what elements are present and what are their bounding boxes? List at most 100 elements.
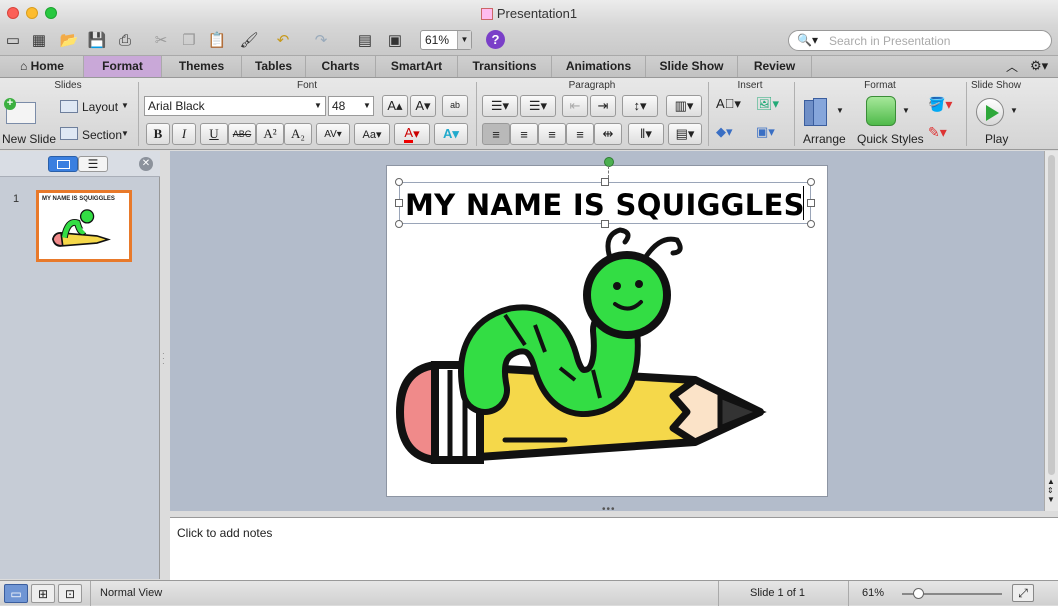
scroll-thumb[interactable]	[1048, 155, 1055, 475]
tab-animations[interactable]: Animations	[552, 56, 646, 77]
align-right-button[interactable]: ≡	[538, 123, 566, 145]
copy-icon[interactable]: ❐	[178, 29, 200, 51]
redo-icon[interactable]: ↷	[310, 29, 332, 51]
font-color-button[interactable]: A ▾	[394, 123, 430, 145]
shape-icon[interactable]: ◆▾	[716, 124, 746, 146]
slide-show-button[interactable]: ⊡	[58, 584, 82, 603]
superscript-button[interactable]: A²	[256, 123, 284, 145]
resize-handle[interactable]	[807, 199, 815, 207]
tab-home[interactable]: ⌂ Home	[8, 56, 84, 77]
underline-button[interactable]: U	[200, 123, 228, 145]
slide-title[interactable]: MY NAME IS SQUIGGLES	[405, 188, 805, 222]
rotate-handle-icon[interactable]	[604, 157, 614, 167]
layout-button[interactable]: Layout	[82, 100, 118, 114]
cut-icon[interactable]: ✂	[150, 29, 172, 51]
help-icon[interactable]: ?	[486, 30, 505, 49]
zoom-slider-thumb[interactable]	[913, 588, 924, 599]
tab-transitions[interactable]: Transitions	[458, 56, 552, 77]
notes-pane[interactable]: Click to add notes	[170, 517, 1058, 580]
shape-fill-icon[interactable]: 🪣▾	[928, 96, 952, 113]
shape-outline-icon[interactable]: ✎▾	[928, 124, 947, 141]
open-icon[interactable]: 📂	[58, 29, 80, 51]
template-gallery-icon[interactable]: ▦	[28, 29, 50, 51]
notes-splitter-handle[interactable]: •••	[602, 504, 616, 515]
slideshow-icon[interactable]: ▣	[384, 29, 406, 51]
resize-handle[interactable]	[395, 178, 403, 186]
collapse-ribbon-icon[interactable]: ︿	[1006, 58, 1018, 75]
tab-themes[interactable]: Themes	[162, 56, 242, 77]
slide-sorter-button[interactable]: ⊞	[31, 584, 55, 603]
font-name-select[interactable]: Arial Black	[144, 96, 326, 116]
print-icon[interactable]: ⎙	[114, 29, 136, 51]
new-slide-icon[interactable]: +	[4, 96, 40, 128]
shrink-font-button[interactable]: A▾	[410, 95, 436, 117]
bullets-button[interactable]: ☰▾	[482, 95, 518, 117]
standard-toolbar: ▭ ▦ 📂 💾 ⎙ ✂ ❐ 📋 🖌 ↶ ↷ ▤ ▣ 61% ▼ ? 🔍▾ Sea…	[0, 26, 1058, 56]
outline-view-tab[interactable]: ☰	[78, 156, 108, 172]
resize-handle[interactable]	[395, 199, 403, 207]
align-center-button[interactable]: ≡	[510, 123, 538, 145]
new-slide-button[interactable]: New Slide	[2, 132, 56, 146]
view-label: Normal View	[100, 587, 163, 599]
slide-info: Slide 1 of 1	[750, 587, 806, 599]
play-button[interactable]: Play	[985, 132, 1008, 146]
tab-charts[interactable]: Charts	[306, 56, 376, 77]
save-icon[interactable]: 💾	[86, 29, 108, 51]
worm-pencil-clipart[interactable]	[395, 220, 767, 470]
text-direction-button[interactable]: ‖▾	[628, 123, 664, 145]
close-pane-icon[interactable]: ✕	[139, 157, 153, 171]
quick-styles-button[interactable]: Quick Styles	[857, 132, 924, 146]
tab-format[interactable]: Format	[84, 56, 162, 77]
resize-handle[interactable]	[807, 178, 815, 186]
fit-window-icon[interactable]: ⤢	[1012, 584, 1034, 602]
gear-icon[interactable]: ⚙▾	[1030, 58, 1048, 74]
undo-icon[interactable]: ↶	[272, 29, 294, 51]
grow-font-button[interactable]: A▴	[382, 95, 408, 117]
new-document-icon[interactable]: ▭	[2, 29, 24, 51]
resize-handle[interactable]	[601, 178, 609, 186]
title-bar: Presentation1	[0, 0, 1058, 26]
zoom-select[interactable]: 61% ▼	[420, 30, 472, 50]
tab-smartart[interactable]: SmartArt	[376, 56, 458, 77]
character-spacing-button[interactable]: AV▾	[316, 123, 350, 145]
tab-slide-show[interactable]: Slide Show	[646, 56, 738, 77]
slides-view-tab[interactable]	[48, 156, 78, 172]
search-input[interactable]: 🔍▾ Search in Presentation	[788, 30, 1052, 51]
slide-sorter-icon[interactable]: ▤	[354, 29, 376, 51]
strikethrough-button[interactable]: ABC	[228, 123, 256, 145]
divider	[718, 581, 719, 606]
tab-review[interactable]: Review	[738, 56, 812, 77]
align-left-button[interactable]: ≡	[482, 123, 510, 145]
media-icon[interactable]: ▣▾	[756, 124, 786, 146]
normal-view-button[interactable]: ▭	[4, 584, 28, 603]
text-effects-button[interactable]: A▾	[434, 123, 468, 145]
scroll-arrows-icon[interactable]: ▲ ⇕ ▼	[1047, 477, 1055, 504]
numbering-button[interactable]: ☰▾	[520, 95, 556, 117]
italic-button[interactable]: I	[172, 123, 196, 145]
slide-canvas[interactable]: MY NAME IS SQUIGGLES	[386, 157, 828, 497]
paste-icon[interactable]: 📋	[206, 29, 228, 51]
pane-splitter-handle[interactable]: · · ·	[162, 350, 165, 368]
text-box-icon[interactable]: A⃞▾	[716, 96, 746, 118]
change-case-button[interactable]: Aa▾	[354, 123, 390, 145]
distributed-button[interactable]: ⇹	[594, 123, 622, 145]
format-painter-icon[interactable]: 🖌	[238, 29, 260, 51]
line-spacing-button[interactable]: ↕▾	[622, 95, 658, 117]
arrange-button[interactable]: Arrange	[803, 132, 846, 146]
tab-tables[interactable]: Tables	[242, 56, 306, 77]
decrease-indent-button[interactable]: ⇤	[562, 95, 588, 117]
columns-button[interactable]: ▥▾	[666, 95, 702, 117]
vertical-scrollbar[interactable]: ▲ ⇕ ▼	[1044, 151, 1058, 511]
chevron-down-icon: ▼	[121, 129, 129, 138]
picture-icon[interactable]: 🖼▾	[756, 96, 786, 118]
align-text-button[interactable]: ▤▾	[668, 123, 702, 145]
bold-button[interactable]: B	[146, 123, 170, 145]
increase-indent-button[interactable]: ⇥	[590, 95, 616, 117]
slide-thumbnail-1[interactable]: MY NAME IS SQUIGGLES	[36, 190, 132, 262]
clear-formatting-button[interactable]: ᵃᵇ	[442, 95, 468, 117]
tab-transitions-label: Transitions	[472, 59, 537, 73]
subscript-button[interactable]: A₂	[284, 123, 312, 145]
resize-handle[interactable]	[807, 220, 815, 228]
section-button[interactable]: Section	[82, 128, 122, 142]
justify-button[interactable]: ≡	[566, 123, 594, 145]
